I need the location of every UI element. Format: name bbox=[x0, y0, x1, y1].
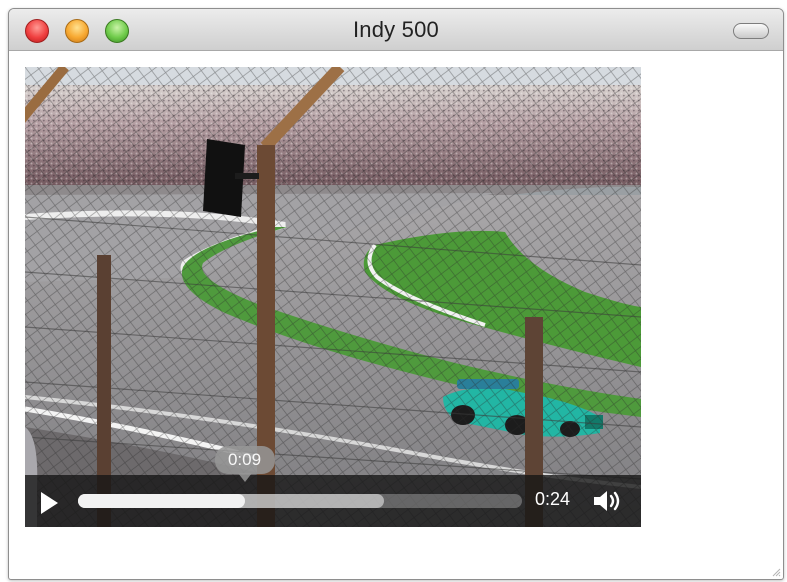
video-frame bbox=[25, 67, 641, 527]
playback-controls: 0:09 0:24 bbox=[25, 446, 641, 527]
duration-label: 0:24 bbox=[535, 489, 571, 509]
current-time-bubble: 0:09 bbox=[214, 446, 275, 474]
window-title: Indy 500 bbox=[352, 17, 439, 42]
quicktime-window: Indy 500 0:09 0:24 bbox=[8, 8, 784, 580]
scrubber-track[interactable]: 0:09 bbox=[78, 446, 522, 508]
resize-grip-icon[interactable] bbox=[771, 567, 781, 577]
toolbar-toggle-button[interactable] bbox=[733, 23, 769, 39]
current-time-bubble-tail[interactable] bbox=[237, 473, 252, 482]
speaker-icon[interactable] bbox=[592, 488, 622, 519]
title-bar[interactable]: Indy 500 bbox=[9, 9, 783, 51]
played-bar bbox=[78, 494, 245, 508]
video-player[interactable]: 0:09 0:24 bbox=[25, 67, 641, 527]
play-icon[interactable] bbox=[41, 492, 58, 514]
